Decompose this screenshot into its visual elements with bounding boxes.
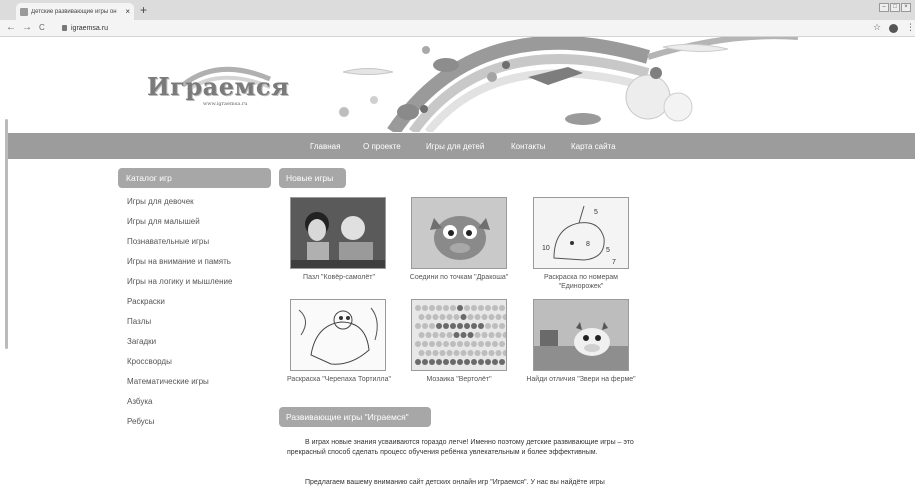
bookmark-star-icon[interactable]: ☆ — [873, 22, 881, 33]
sidebar-item-rebuses[interactable]: Ребусы — [127, 417, 154, 426]
sidebar-item-girls[interactable]: Игры для девочек — [127, 197, 194, 206]
about-heading: Развивающие игры "Играемся" — [279, 407, 431, 427]
sidebar-item-puzzles[interactable]: Пазлы — [127, 317, 151, 326]
about-paragraph-1: В играх новые знания усваиваются гораздо… — [287, 439, 634, 456]
close-window-icon[interactable]: × — [901, 3, 911, 12]
site-header — [8, 37, 915, 132]
sidebar-item-riddles[interactable]: Загадки — [127, 337, 156, 346]
nav-item-about[interactable]: О проекте — [363, 142, 401, 151]
url-text: igraemsa.ru — [71, 24, 108, 32]
main-navbar: Главная О проекте Игры для детей Контакт… — [8, 133, 915, 159]
unicorn-coloring-thumbnail[interactable]: 10 8 5 5 7 — [533, 197, 629, 269]
address-bar: ← → C igraemsa.ru ☆ ⋮ — [0, 20, 915, 37]
game-caption-dragon[interactable]: Соедини по точкам "Дракоша" — [404, 273, 514, 282]
minimize-icon[interactable]: – — [879, 3, 889, 12]
farm-differences-thumbnail[interactable] — [533, 299, 629, 371]
sidebar-item-toddlers[interactable]: Игры для малышей — [127, 217, 200, 226]
carpet-puzzle-thumbnail[interactable] — [290, 197, 386, 269]
sidebar-item-logic[interactable]: Игры на логику и мышление — [127, 277, 232, 286]
catalog-heading: Каталог игр — [118, 168, 271, 188]
game-caption-farm[interactable]: Найди отличия "Звери на ферме" — [526, 375, 636, 384]
profile-icon[interactable] — [889, 24, 898, 33]
turtle-coloring-thumbnail[interactable] — [290, 299, 386, 371]
sidebar-item-coloring[interactable]: Раскраски — [127, 297, 165, 306]
lock-icon — [62, 25, 67, 31]
about-paragraph-2: Предлагаем вашему вниманию сайт детских … — [305, 479, 605, 486]
tab-close-icon[interactable]: × — [125, 7, 134, 16]
url-field[interactable]: igraemsa.ru — [62, 22, 108, 34]
header-illustration — [181, 37, 798, 132]
browser-menu-icon[interactable]: ⋮ — [906, 22, 915, 33]
nav-item-home[interactable]: Главная — [310, 142, 340, 151]
svg-text:5: 5 — [594, 209, 598, 216]
maximize-icon[interactable]: □ — [890, 3, 900, 12]
logo-text: Играемся — [147, 72, 290, 101]
game-caption-carpet[interactable]: Пазл "Ковёр-самолёт" — [284, 273, 394, 282]
site-logo[interactable]: Играемся www.igraemsa.ru — [147, 72, 290, 107]
svg-text:7: 7 — [612, 259, 616, 266]
nav-item-contacts[interactable]: Контакты — [511, 142, 546, 151]
svg-text:8: 8 — [586, 241, 590, 248]
sidebar-item-attention-memory[interactable]: Игры на внимание и память — [127, 257, 231, 266]
browser-tab[interactable]: Детские развивающие игры он × — [16, 3, 134, 20]
back-icon[interactable]: ← — [6, 22, 16, 33]
game-caption-helicopter[interactable]: Мозаика "Вертолёт" — [404, 375, 514, 384]
game-caption-turtle[interactable]: Раскраска "Черепаха Тортилла" — [284, 375, 394, 384]
sidebar-item-educational[interactable]: Познавательные игры — [127, 237, 209, 246]
window-controls: – □ × — [879, 3, 911, 12]
new-tab-button[interactable]: + — [140, 3, 147, 17]
logo-url: www.igraemsa.ru — [203, 101, 248, 107]
page-scrollbar[interactable] — [0, 37, 8, 491]
sidebar-item-crosswords[interactable]: Кроссворды — [127, 357, 172, 366]
nav-item-games[interactable]: Игры для детей — [426, 142, 484, 151]
reload-icon[interactable]: C — [39, 23, 45, 32]
svg-text:5: 5 — [606, 247, 610, 254]
tab-title: Детские развивающие игры он — [31, 8, 117, 15]
site-favicon-icon — [20, 7, 28, 16]
new-games-heading: Новые игры — [279, 168, 346, 188]
sidebar-item-alphabet[interactable]: Азбука — [127, 397, 152, 406]
nav-item-sitemap[interactable]: Карта сайта — [571, 142, 616, 151]
game-caption-unicorn[interactable]: Раскраска по номерам "Единорожек" — [526, 273, 636, 291]
sidebar-item-math[interactable]: Математические игры — [127, 377, 209, 386]
svg-text:10: 10 — [542, 245, 550, 252]
helicopter-mosaic-thumbnail[interactable] — [411, 299, 507, 371]
dragon-dots-thumbnail[interactable] — [411, 197, 507, 269]
browser-tab-bar: Детские развивающие игры он × + – □ × — [0, 0, 915, 20]
forward-icon[interactable]: → — [22, 22, 32, 33]
